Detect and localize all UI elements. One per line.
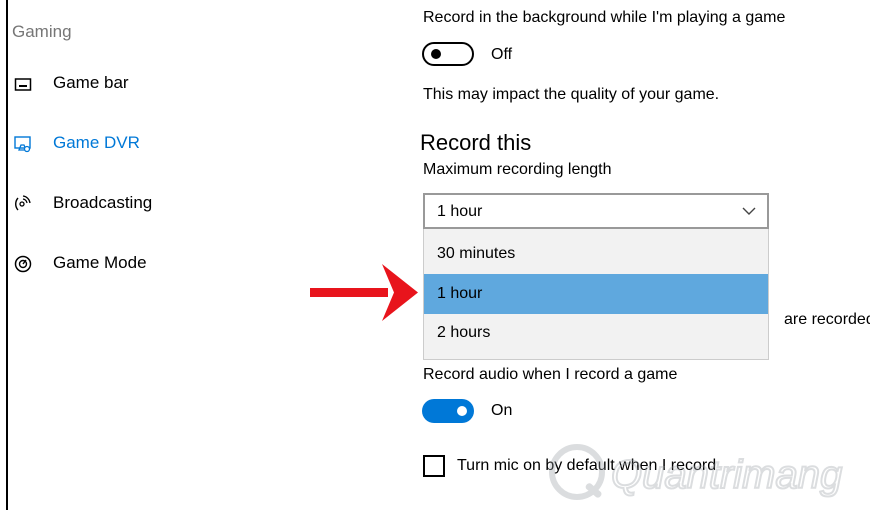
- background-recording-label: Record in the background while I'm playi…: [423, 9, 786, 26]
- record-audio-label: Record audio when I record a game: [423, 366, 678, 383]
- sidebar-edge-line: [6, 0, 8, 510]
- broadcasting-icon: [14, 195, 32, 213]
- max-length-label: Maximum recording length: [423, 161, 612, 178]
- game-dvr-icon: [14, 135, 32, 153]
- background-recording-toggle[interactable]: [422, 42, 474, 66]
- sidebar-heading: Gaming: [12, 22, 72, 41]
- max-length-dropdown-list: 30 minutes 1 hour 2 hours: [423, 229, 769, 360]
- obscured-setting-text: are recorded: [784, 311, 870, 328]
- chevron-down-icon: [741, 203, 757, 224]
- record-audio-state: On: [491, 402, 513, 419]
- dropdown-option-30-minutes[interactable]: 30 minutes: [424, 234, 768, 274]
- sidebar-item-game-mode[interactable]: Game Mode: [10, 249, 220, 279]
- game-bar-icon: [14, 75, 32, 93]
- watermark-text: Quantrimang: [611, 453, 842, 497]
- dropdown-option-2-hours[interactable]: 2 hours: [424, 313, 768, 353]
- sidebar-item-game-dvr[interactable]: Game DVR: [10, 129, 220, 159]
- max-length-select[interactable]: 1 hour: [423, 193, 769, 229]
- sidebar-item-label: Game bar: [53, 73, 129, 92]
- sidebar-item-game-bar[interactable]: Game bar: [10, 69, 220, 99]
- settings-sidebar: Gaming Game bar Game DVR Broadcasting Ga…: [0, 0, 230, 510]
- toggle-knob: [431, 49, 441, 59]
- mic-default-checkbox[interactable]: [423, 455, 445, 477]
- quantrimang-watermark-logo: Quantrimang: [549, 444, 843, 500]
- sidebar-item-label: Game DVR: [53, 133, 140, 152]
- sidebar-item-label: Broadcasting: [53, 193, 153, 212]
- performance-note: This may impact the quality of your game…: [423, 86, 720, 103]
- toggle-knob: [457, 406, 467, 416]
- background-recording-state: Off: [491, 46, 513, 63]
- red-arrow-annotation: [310, 264, 418, 321]
- dropdown-option-1-hour[interactable]: 1 hour: [424, 274, 768, 314]
- max-length-value: 1 hour: [437, 203, 483, 220]
- game-mode-icon: [14, 255, 32, 273]
- sidebar-item-label: Game Mode: [53, 253, 147, 272]
- record-audio-toggle[interactable]: [422, 399, 474, 423]
- sidebar-item-broadcasting[interactable]: Broadcasting: [10, 189, 220, 219]
- section-title-record-this: Record this: [420, 130, 532, 155]
